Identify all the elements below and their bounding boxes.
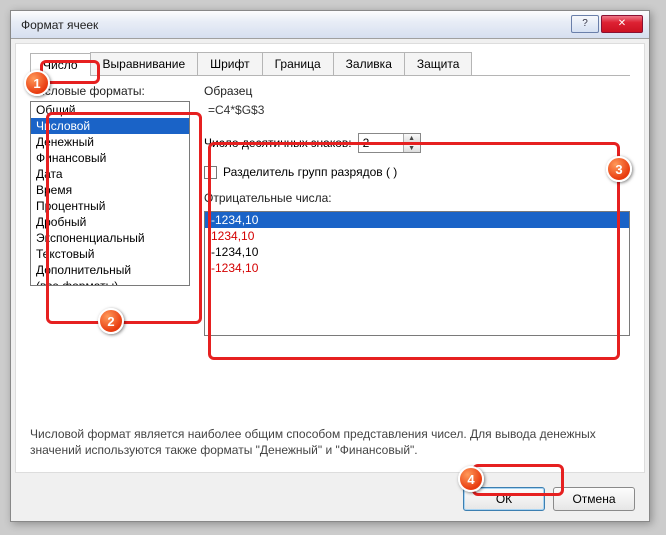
list-item[interactable]: -1234,10 [205,244,629,260]
tab-protection[interactable]: Защита [404,52,473,75]
dialog-footer: ОК Отмена [11,477,649,521]
window-title: Формат ячеек [21,18,571,32]
list-item[interactable]: Числовой [31,118,189,134]
decimals-input[interactable] [359,134,403,152]
list-item[interactable]: Денежный [31,134,189,150]
list-item[interactable]: Дополнительный [31,262,189,278]
list-item[interactable]: -1234,10 [205,212,629,228]
negatives-listbox[interactable]: -1234,10 1234,10 -1234,10 -1234,10 [204,211,630,336]
thousands-separator-checkbox[interactable] [204,166,217,179]
list-item[interactable]: Общий [31,102,189,118]
tab-strip: Число Выравнивание Шрифт Граница Заливка… [30,52,630,76]
cancel-button[interactable]: Отмена [553,487,635,511]
list-item[interactable]: Дробный [31,214,189,230]
close-button[interactable]: ✕ [601,15,643,33]
thousands-separator-label: Разделитель групп разрядов ( ) [223,165,397,179]
callout-4: 4 [458,466,484,492]
list-item[interactable]: -1234,10 [205,260,629,276]
list-item[interactable]: Текстовый [31,246,189,262]
callout-3: 3 [606,156,632,182]
decimals-label: Число десятичных знаков: [204,136,352,150]
list-item[interactable]: 1234,10 [205,228,629,244]
titlebar: Формат ячеек ? ✕ [11,11,649,39]
tab-alignment[interactable]: Выравнивание [90,52,199,75]
list-item[interactable]: Время [31,182,189,198]
tab-font[interactable]: Шрифт [197,52,262,75]
list-item[interactable]: Процентный [31,198,189,214]
category-listbox[interactable]: Общий Числовой Денежный Финансовый Дата … [30,101,190,286]
format-cells-dialog: Формат ячеек ? ✕ Число Выравнивание Шриф… [10,10,650,522]
callout-2: 2 [98,308,124,334]
tab-fill[interactable]: Заливка [333,52,405,75]
negatives-label: Отрицательные числа: [204,191,630,205]
tab-border[interactable]: Граница [262,52,334,75]
list-item[interactable]: (все форматы) [31,278,189,286]
format-description: Числовой формат является наиболее общим … [30,426,630,458]
sample-value: =C4*$G$3 [204,101,630,119]
category-label: Числовые форматы: [30,84,190,98]
spin-down-icon[interactable]: ▼ [404,143,420,152]
spin-up-icon[interactable]: ▲ [404,134,420,143]
callout-1: 1 [24,70,50,96]
list-item[interactable]: Финансовый [31,150,189,166]
list-item[interactable]: Экспоненциальный [31,230,189,246]
decimals-spinner[interactable]: ▲ ▼ [358,133,421,153]
list-item[interactable]: Дата [31,166,189,182]
sample-label: Образец [204,84,630,98]
help-button[interactable]: ? [571,15,599,33]
